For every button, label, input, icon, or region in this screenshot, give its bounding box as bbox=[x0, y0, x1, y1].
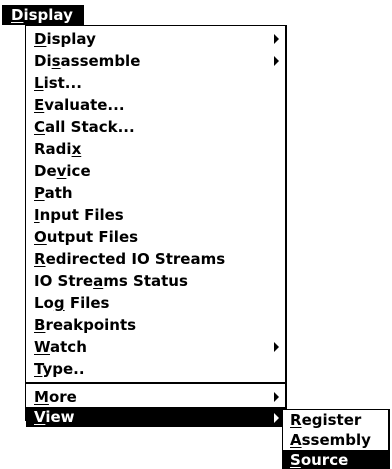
menu-item-label: reakpoints bbox=[45, 316, 137, 334]
menu-item-call-stack[interactable]: Call Stack... bbox=[26, 116, 285, 138]
view-submenu: Register Assembly Source bbox=[282, 409, 390, 469]
menu-item-log-files[interactable]: Log Files bbox=[26, 292, 285, 314]
menu-item-label: De bbox=[34, 162, 57, 180]
menu-item-mnemonic: W bbox=[34, 338, 51, 356]
screen: Display Display Disassemble List... Eval… bbox=[0, 0, 392, 469]
menu-item-radix[interactable]: Radix bbox=[26, 138, 285, 160]
menu-item-mnemonic: O bbox=[34, 228, 47, 246]
menu-item-label: Di bbox=[34, 52, 52, 70]
submenu-item-label: ssembly bbox=[301, 431, 371, 449]
menu-item-type[interactable]: Type.. bbox=[26, 358, 285, 380]
menu-item-more[interactable]: More bbox=[26, 386, 285, 408]
menu-item-disassemble[interactable]: Disassemble bbox=[26, 50, 285, 72]
menu-item-redirected-io-streams[interactable]: Redirected IO Streams bbox=[26, 248, 285, 270]
menu-item-label: all Stack... bbox=[45, 118, 135, 136]
menu-item-breakpoints[interactable]: Breakpoints bbox=[26, 314, 285, 336]
menu-item-mnemonic: a bbox=[93, 272, 104, 290]
submenu-item-mnemonic: A bbox=[290, 431, 302, 449]
menu-item-mnemonic: M bbox=[34, 388, 49, 406]
menu-item-label: ype.. bbox=[42, 360, 85, 378]
menu-item-mnemonic: V bbox=[34, 408, 46, 426]
menu-item-label: ore bbox=[48, 388, 77, 406]
menu-item-label: ice bbox=[66, 162, 91, 180]
submenu-item-label: egister bbox=[301, 411, 362, 429]
menu-item-mnemonic: L bbox=[34, 74, 44, 92]
submenu-arrow-icon bbox=[274, 34, 279, 44]
menu-title-mnemonic: D bbox=[11, 6, 24, 24]
menu-separator bbox=[26, 382, 285, 384]
menu-item-label: edirected IO Streams bbox=[45, 250, 226, 268]
menu-item-device[interactable]: Device bbox=[26, 160, 285, 182]
menu-item-label: ist... bbox=[43, 74, 82, 92]
menu-item-label: IO Stre bbox=[34, 272, 94, 290]
menu-item-mnemonic: s bbox=[51, 52, 61, 70]
submenu-arrow-icon bbox=[274, 413, 279, 423]
menu-item-label: ath bbox=[44, 184, 73, 202]
submenu-arrow-icon bbox=[274, 392, 279, 402]
menu-item-mnemonic: C bbox=[34, 118, 46, 136]
menu-item-evaluate[interactable]: Evaluate... bbox=[26, 94, 285, 116]
display-dropdown-menu: Display Disassemble List... Evaluate... … bbox=[25, 25, 287, 427]
menu-item-path[interactable]: Path bbox=[26, 182, 285, 204]
menu-item-list[interactable]: List... bbox=[26, 72, 285, 94]
submenu-item-label: ource bbox=[300, 451, 349, 469]
menu-item-label: valuate... bbox=[44, 96, 125, 114]
menu-item-mnemonic: x bbox=[71, 140, 82, 158]
menu-item-io-streams-status[interactable]: IO Streams Status bbox=[26, 270, 285, 292]
submenu-arrow-icon bbox=[274, 56, 279, 66]
menu-item-display[interactable]: Display bbox=[26, 28, 285, 50]
submenu-item-mnemonic: R bbox=[290, 411, 302, 429]
menu-item-label: ms Status bbox=[103, 272, 188, 290]
menu-item-label: iew bbox=[45, 408, 75, 426]
submenu-item-assembly[interactable]: Assembly bbox=[283, 430, 388, 450]
menu-item-label: Lo bbox=[34, 294, 54, 312]
menu-item-label: nput Files bbox=[39, 206, 124, 224]
menu-item-label: Radi bbox=[34, 140, 72, 158]
menu-item-mnemonic: B bbox=[34, 316, 46, 334]
submenu-arrow-icon bbox=[274, 342, 279, 352]
menu-item-input-files[interactable]: Input Files bbox=[26, 204, 285, 226]
submenu-item-source[interactable]: Source bbox=[283, 450, 388, 469]
menu-item-mnemonic: P bbox=[34, 184, 45, 202]
menu-title-suffix: isplay bbox=[23, 6, 73, 24]
menu-item-watch[interactable]: Watch bbox=[26, 336, 285, 358]
menu-item-mnemonic: R bbox=[34, 250, 46, 268]
menu-item-mnemonic: g bbox=[53, 294, 65, 312]
menu-item-output-files[interactable]: Output Files bbox=[26, 226, 285, 248]
menu-item-label: isplay bbox=[46, 30, 96, 48]
menu-title-display[interactable]: Display bbox=[2, 5, 84, 25]
menu-item-label: Files bbox=[64, 294, 110, 312]
submenu-item-mnemonic: S bbox=[290, 451, 301, 469]
submenu-item-register[interactable]: Register bbox=[283, 410, 388, 430]
menu-item-view[interactable]: View bbox=[26, 407, 285, 427]
menu-item-label: utput Files bbox=[46, 228, 139, 246]
menu-item-label: assemble bbox=[60, 52, 141, 70]
menu-item-mnemonic: D bbox=[34, 30, 47, 48]
menu-item-mnemonic: E bbox=[34, 96, 45, 114]
menu-item-label: atch bbox=[50, 338, 87, 356]
menu-item-mnemonic: v bbox=[56, 162, 67, 180]
